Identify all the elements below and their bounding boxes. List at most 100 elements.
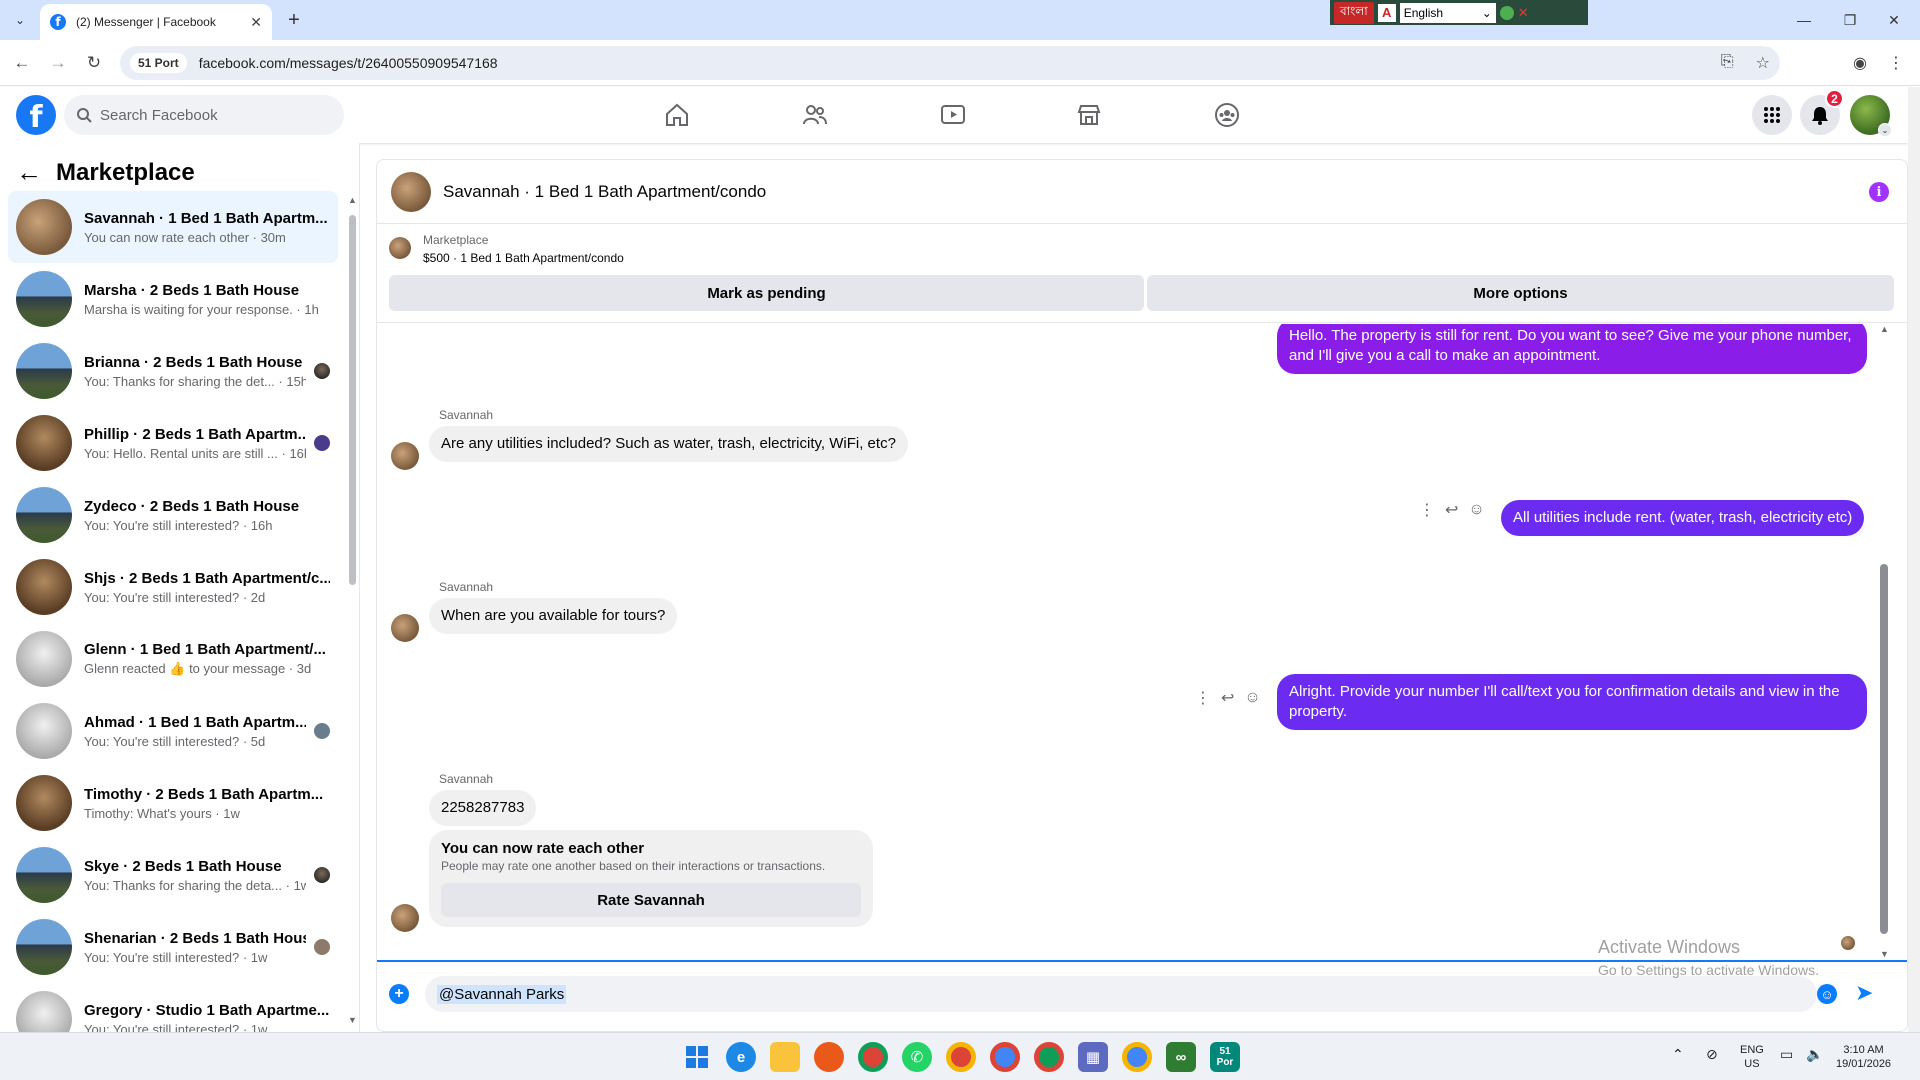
- menu-button[interactable]: [1752, 95, 1792, 135]
- reply-icon[interactable]: ↩: [1221, 688, 1234, 708]
- port-app-icon[interactable]: 51 Por: [1210, 1042, 1240, 1072]
- incoming-message[interactable]: When are you available for tours?: [429, 598, 678, 634]
- back-arrow-icon[interactable]: ←: [16, 157, 42, 188]
- network-icon[interactable]: ⊘: [1706, 1047, 1718, 1061]
- more-icon[interactable]: ⋮: [1419, 500, 1435, 520]
- conversation-item[interactable]: Savannah · 1 Bed 1 Bath Apartm... You can…: [8, 191, 338, 263]
- restore-icon[interactable]: ❐: [1838, 8, 1862, 32]
- back-icon[interactable]: ←: [10, 51, 34, 75]
- facebook-logo-icon[interactable]: f: [16, 95, 56, 135]
- page-scrollbar[interactable]: [1908, 87, 1920, 1032]
- close-window-icon[interactable]: ✕: [1882, 8, 1906, 32]
- language-select[interactable]: English ⌄: [1399, 2, 1496, 23]
- chat-avatar[interactable]: [391, 171, 431, 212]
- reply-icon[interactable]: ↩: [1445, 500, 1458, 520]
- firefox-icon[interactable]: [814, 1042, 844, 1072]
- sender-avatar[interactable]: [391, 442, 419, 470]
- watch-nav[interactable]: [898, 93, 1008, 137]
- clock[interactable]: 3:10 AM 19/01/2026: [1836, 1043, 1891, 1071]
- chrome-profile-icon[interactable]: [1034, 1042, 1064, 1072]
- chrome-profile-icon[interactable]: [946, 1042, 976, 1072]
- bengali-keyboard-label[interactable]: বাংলা: [1334, 1, 1374, 24]
- listing-title[interactable]: $500 · 1 Bed 1 Bath Apartment/condo: [423, 251, 624, 265]
- browser-menu-icon[interactable]: ⋮: [1884, 51, 1908, 75]
- mention-token[interactable]: @Savannah Parks: [437, 984, 567, 1004]
- app-icon[interactable]: ∞: [1166, 1042, 1196, 1072]
- scroll-thumb[interactable]: [1880, 564, 1888, 934]
- display-icon[interactable]: ▭: [1780, 1047, 1793, 1061]
- conversation-item[interactable]: Glenn · 1 Bed 1 Bath Apartment/... Glenn …: [8, 623, 338, 695]
- language-indicator[interactable]: ENG US: [1740, 1043, 1764, 1071]
- conversation-item[interactable]: Marsha · 2 Beds 1 Bath House Marsha is wa…: [8, 263, 338, 335]
- conversation-item[interactable]: Phillip · 2 Beds 1 Bath Apartm... You: He…: [8, 407, 338, 479]
- scroll-thumb[interactable]: [349, 215, 356, 585]
- file-explorer-icon[interactable]: [770, 1042, 800, 1072]
- omnibox[interactable]: 51 Port facebook.com/messages/t/26400550…: [120, 46, 1780, 80]
- conversation-item[interactable]: Timothy · 2 Beds 1 Bath Apartm... Timothy…: [8, 767, 338, 839]
- bookmark-star-icon[interactable]: ☆: [1756, 53, 1770, 73]
- listing-thumbnail[interactable]: [389, 237, 411, 259]
- conversation-item[interactable]: Skye · 2 Beds 1 Bath House You: Thanks fo…: [8, 839, 338, 911]
- more-options-button[interactable]: More options: [1147, 275, 1894, 311]
- rate-button[interactable]: Rate Savannah: [441, 883, 861, 917]
- browser-tab[interactable]: f (2) Messenger | Facebook ✕: [40, 4, 272, 40]
- scroll-up-icon[interactable]: ▲: [348, 195, 357, 205]
- site-info-chip[interactable]: 51 Port: [130, 53, 187, 73]
- profile-icon[interactable]: ◉: [1848, 51, 1872, 75]
- message-input[interactable]: @Savannah Parks: [425, 976, 1817, 1012]
- marketplace-nav[interactable]: [1034, 93, 1144, 137]
- groups-nav[interactable]: [1172, 93, 1282, 137]
- close-tab-icon[interactable]: ✕: [250, 14, 262, 31]
- tray-chevron-icon[interactable]: ⌃: [1672, 1047, 1684, 1061]
- conversation-item[interactable]: Gregory · Studio 1 Bath Apartme... You: Y…: [8, 983, 338, 1032]
- close-red-icon[interactable]: ✕: [1518, 5, 1532, 20]
- friends-nav[interactable]: [760, 93, 870, 137]
- adobe-icon[interactable]: A: [1377, 3, 1396, 22]
- conversation-item[interactable]: Ahmad · 1 Bed 1 Bath Apartm... You: You'r…: [8, 695, 338, 767]
- volume-icon[interactable]: 🔈: [1806, 1047, 1823, 1061]
- chat-title[interactable]: Savannah · 1 Bed 1 Bath Apartment/condo: [443, 182, 766, 202]
- facebook-search[interactable]: [64, 95, 344, 135]
- conversation-item[interactable]: Zydeco · 2 Beds 1 Bath House You: You're …: [8, 479, 338, 551]
- incoming-message[interactable]: Are any utilities included? Such as wate…: [429, 426, 908, 462]
- search-input[interactable]: [100, 106, 320, 124]
- scroll-down-icon[interactable]: ▼: [1880, 949, 1889, 959]
- chat-scrollbar[interactable]: ▲ ▼: [1877, 324, 1891, 959]
- outgoing-message[interactable]: Hello. The property is still for rent. D…: [1277, 324, 1867, 374]
- install-app-icon[interactable]: ⎘: [1721, 53, 1734, 73]
- edge-icon[interactable]: e: [726, 1042, 756, 1072]
- conversation-item[interactable]: Shenarian · 2 Beds 1 Bath House You: You'…: [8, 911, 338, 983]
- minimize-icon[interactable]: —: [1792, 8, 1816, 32]
- chrome-profile-icon[interactable]: [990, 1042, 1020, 1072]
- react-icon[interactable]: ☺: [1244, 689, 1260, 707]
- conversation-item[interactable]: Brianna · 2 Beds 1 Bath House You: Thanks…: [8, 335, 338, 407]
- sender-avatar[interactable]: [391, 904, 419, 932]
- scroll-up-icon[interactable]: ▲: [1880, 324, 1889, 334]
- whatsapp-icon[interactable]: ✆: [902, 1042, 932, 1072]
- add-attachment-icon[interactable]: +: [389, 984, 409, 1004]
- sender-avatar[interactable]: [391, 614, 419, 642]
- conversation-item[interactable]: Shjs · 2 Beds 1 Bath Apartment/c... You: …: [8, 551, 338, 623]
- emoji-icon[interactable]: ☺: [1817, 984, 1837, 1004]
- chrome-profile-icon[interactable]: [1122, 1042, 1152, 1072]
- account-avatar[interactable]: ⌄: [1850, 95, 1892, 137]
- tab-search-button[interactable]: ⌄: [8, 8, 32, 32]
- home-nav[interactable]: [622, 93, 732, 137]
- send-icon[interactable]: ➤: [1855, 980, 1873, 1006]
- app-icon[interactable]: ▦: [1078, 1042, 1108, 1072]
- start-icon[interactable]: [682, 1042, 712, 1072]
- mark-pending-button[interactable]: Mark as pending: [389, 275, 1144, 311]
- forward-icon[interactable]: →: [46, 51, 70, 75]
- info-icon[interactable]: i: [1869, 182, 1889, 202]
- url-text[interactable]: facebook.com/messages/t/2640055090954716…: [199, 55, 498, 71]
- outgoing-message[interactable]: All utilities include rent. (water, tras…: [1501, 500, 1865, 536]
- status-green-icon[interactable]: [1499, 5, 1514, 20]
- sidebar-scrollbar[interactable]: ▲ ▼: [348, 195, 357, 1025]
- incoming-message[interactable]: 2258287783: [429, 790, 537, 826]
- outgoing-message[interactable]: Alright. Provide your number I'll call/t…: [1277, 674, 1867, 730]
- scroll-down-icon[interactable]: ▼: [348, 1015, 357, 1025]
- notifications-button[interactable]: 2: [1800, 89, 1844, 135]
- more-icon[interactable]: ⋮: [1195, 688, 1211, 708]
- reload-icon[interactable]: ↻: [82, 51, 106, 75]
- new-tab-button[interactable]: +: [282, 8, 306, 32]
